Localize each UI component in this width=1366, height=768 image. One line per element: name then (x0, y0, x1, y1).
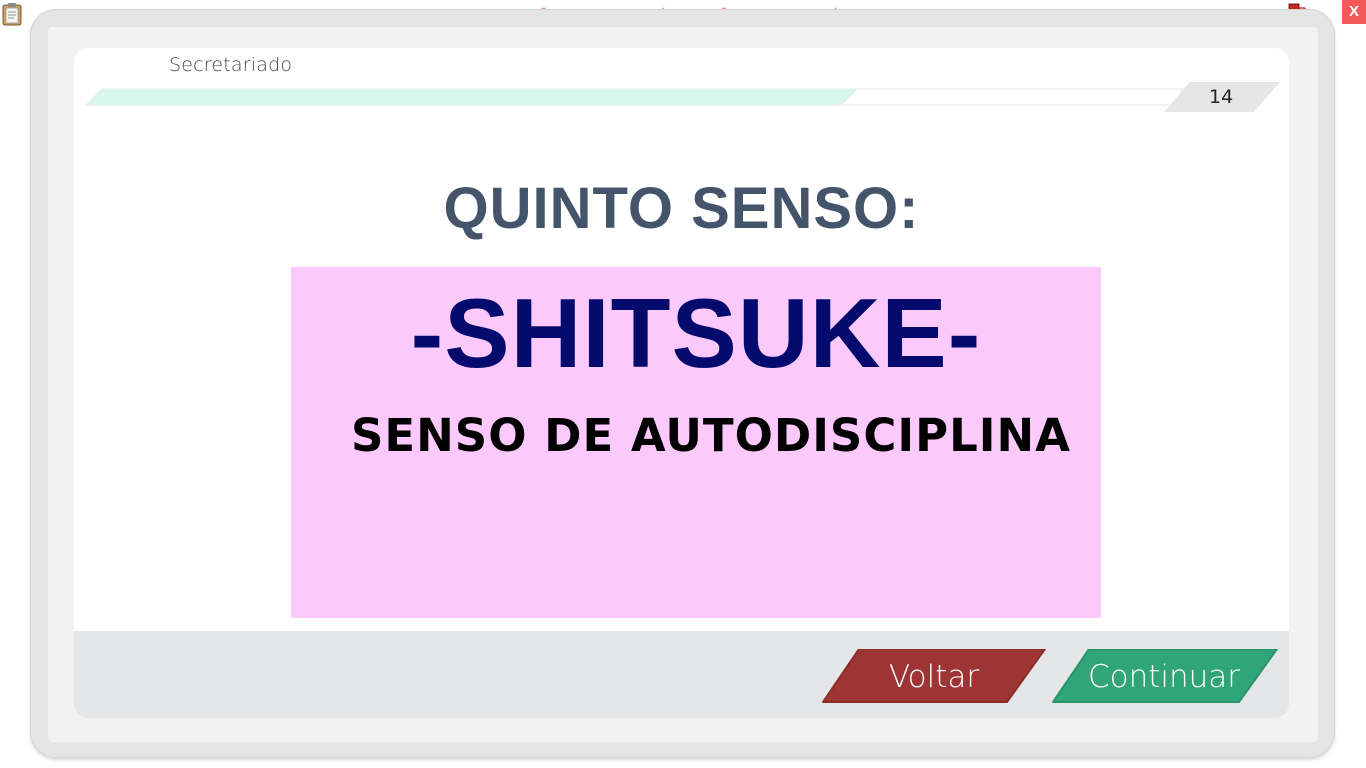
clipboard-icon[interactable] (1, 2, 23, 26)
course-title: Secretariado (169, 54, 293, 76)
continue-button[interactable]: Continuar (1049, 649, 1279, 705)
concept-meaning: SENSO DE AUTODISCIPLINA (351, 409, 1071, 462)
concept-panel: -SHITSUKE- SENSO DE AUTODISCIPLINA (291, 267, 1101, 618)
back-button-label: Voltar (888, 659, 980, 695)
slide-card: Secretariado 14 QUINTO SENSO: -SHITSUKE-… (74, 48, 1289, 718)
continue-button-label: Continuar (1087, 659, 1241, 695)
navigation-footer: Voltar Continuar (74, 631, 1289, 718)
page-number: 14 (1209, 86, 1234, 108)
concept-term: -SHITSUKE- (410, 278, 982, 388)
close-button[interactable]: X (1342, 0, 1366, 24)
slide-heading: QUINTO SENSO: (443, 176, 920, 241)
progress-bar-fill (86, 89, 858, 105)
progress-bar (84, 88, 1184, 106)
back-button[interactable]: Voltar (819, 649, 1049, 705)
